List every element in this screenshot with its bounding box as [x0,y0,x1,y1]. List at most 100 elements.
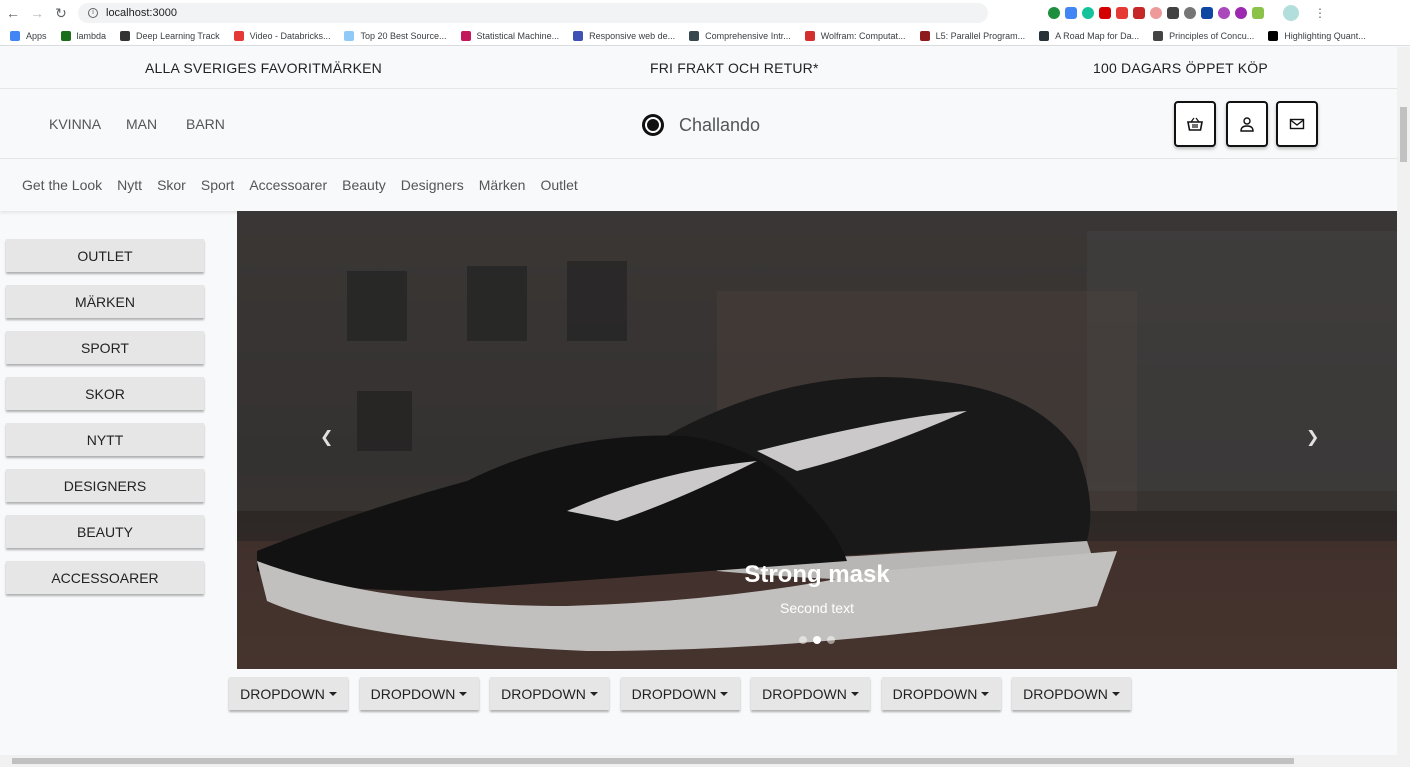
reload-icon[interactable]: ↻ [50,2,72,24]
bookmark-label: A Road Map for Da... [1055,30,1140,41]
site-header: KVINNA MAN BARN Challando [0,89,1397,159]
bookmark-label: L5: Parallel Program... [935,30,1026,41]
category-link[interactable]: Skor [157,177,186,193]
dropdown-label: DROPDOWN [762,685,847,702]
avatar[interactable] [1283,5,1299,21]
dropdown-button[interactable]: DROPDOWN [620,677,740,710]
caret-down-icon [1111,691,1120,696]
extension-icon[interactable] [1218,7,1230,19]
menu-icon[interactable]: ⋮ [1314,6,1326,20]
bookmark-item[interactable]: Deep Learning Track [120,30,220,41]
dropdown-button[interactable]: DROPDOWN [490,677,609,710]
extension-icon[interactable] [1048,7,1060,19]
caret-down-icon [720,691,729,696]
extension-icon[interactable] [1167,7,1179,19]
info-icon[interactable]: i [88,8,98,18]
extension-icon[interactable] [1150,7,1162,19]
bookmark-item[interactable]: A Road Map for Da... [1039,30,1140,41]
extension-icon[interactable] [1065,7,1077,19]
scroll-thumb[interactable] [12,758,1294,764]
dropdown-button[interactable]: DROPDOWN [229,677,348,710]
caret-down-icon [589,691,598,696]
extension-icon[interactable] [1116,7,1128,19]
dropdown-button[interactable]: DROPDOWN [359,677,479,710]
dropdown-label: DROPDOWN [1023,685,1108,702]
nav-kvinna[interactable]: KVINNA [49,116,101,132]
bookmark-label: Responsive web de... [589,30,676,41]
sidebar-button[interactable]: NYTT [6,423,204,456]
extension-icon[interactable] [1235,7,1247,19]
extension-icon[interactable] [1099,7,1111,19]
bookmark-label: Apps [26,30,47,41]
category-link[interactable]: Märken [479,177,526,193]
sidebar-button[interactable]: SKOR [6,377,204,410]
horizontal-scrollbar[interactable] [0,755,1410,767]
caret-down-icon [981,691,990,696]
carousel-prev-icon[interactable]: ❮ [320,427,333,447]
carousel-next-icon[interactable]: ❯ [1306,427,1319,447]
sidebar-button[interactable]: BEAUTY [6,515,204,548]
brand-logo[interactable]: Challando [642,114,760,136]
extension-icon[interactable] [1082,7,1094,19]
carousel-indicator[interactable] [813,636,821,644]
bookmark-item[interactable]: Top 20 Best Source... [344,30,447,41]
category-link[interactable]: Designers [401,177,464,193]
bookmark-item[interactable]: lambda [60,30,106,41]
basket-icon [1187,117,1203,131]
bookmark-item[interactable]: Comprehensive Intr... [689,30,791,41]
bookmark-item[interactable]: Highlighting Quant... [1268,30,1366,41]
nav-barn[interactable]: BARN [186,116,225,132]
category-link[interactable]: Nytt [117,177,142,193]
sidebar-button[interactable]: SPORT [6,331,204,364]
bookmark-icon [344,30,355,41]
bookmark-icon [1268,30,1279,41]
address-bar[interactable]: i localhost:3000 [78,3,988,23]
dropdown-label: DROPDOWN [892,685,978,702]
bookmarks-bar: Apps lambda Deep Learning Track Video - Dat… [0,26,1410,46]
dropdown-label: DROPDOWN [240,685,325,702]
bookmark-item[interactable]: Apps [10,30,47,41]
category-link[interactable]: Accessoarer [249,177,327,193]
extension-icon[interactable] [1201,7,1213,19]
extension-icon[interactable] [1133,7,1145,19]
basket-button[interactable] [1174,101,1216,147]
carousel-subtitle: Second text [780,600,854,616]
sidebar-button[interactable]: ACCESSOARER [6,561,204,594]
dropdown-button[interactable]: DROPDOWN [751,677,870,710]
dropdown-button[interactable]: DROPDOWN [1012,677,1131,710]
category-link[interactable]: Get the Look [22,177,102,193]
bookmark-icon [1039,30,1050,41]
scroll-thumb[interactable] [1400,107,1407,162]
promo-strip: ALLA SVERIGES FAVORITMÄRKEN FRI FRAKT OC… [0,47,1397,89]
forward-icon[interactable]: → [26,2,48,24]
bookmark-item[interactable]: Responsive web de... [573,30,676,41]
carousel-indicator[interactable] [799,636,807,644]
sidebar-button[interactable]: OUTLET [6,239,204,272]
extension-icon[interactable] [1252,7,1264,19]
vertical-scrollbar[interactable] [1397,47,1410,755]
bookmark-icon [689,30,700,41]
category-link[interactable]: Outlet [540,177,577,193]
category-link[interactable]: Sport [201,177,234,193]
bookmark-item[interactable]: Statistical Machine... [460,30,559,41]
promo-brands: ALLA SVERIGES FAVORITMÄRKEN [145,59,382,76]
url-text: localhost:3000 [106,7,177,19]
bookmark-item[interactable]: Principles of Concu... [1153,30,1255,41]
back-icon[interactable]: ← [2,2,24,24]
sidebar-button[interactable]: DESIGNERS [6,469,204,502]
extension-icon[interactable] [1184,7,1196,19]
bookmark-label: Principles of Concu... [1169,30,1255,41]
dropdown-button[interactable]: DROPDOWN [881,677,1001,710]
bookmark-item[interactable]: Video - Databricks... [233,30,330,41]
category-link[interactable]: Beauty [342,177,386,193]
mail-button[interactable] [1276,101,1318,147]
bookmark-item[interactable]: Wolfram: Computat... [804,30,906,41]
nav-man[interactable]: MAN [126,116,157,132]
logo-icon [642,114,664,136]
extensions: ⋮ [1048,5,1326,21]
carousel-indicator[interactable] [827,636,835,644]
bookmark-item[interactable]: L5: Parallel Program... [919,30,1026,41]
bookmark-label: Highlighting Quant... [1284,30,1366,41]
account-button[interactable] [1226,101,1268,147]
sidebar-button[interactable]: MÄRKEN [6,285,204,318]
